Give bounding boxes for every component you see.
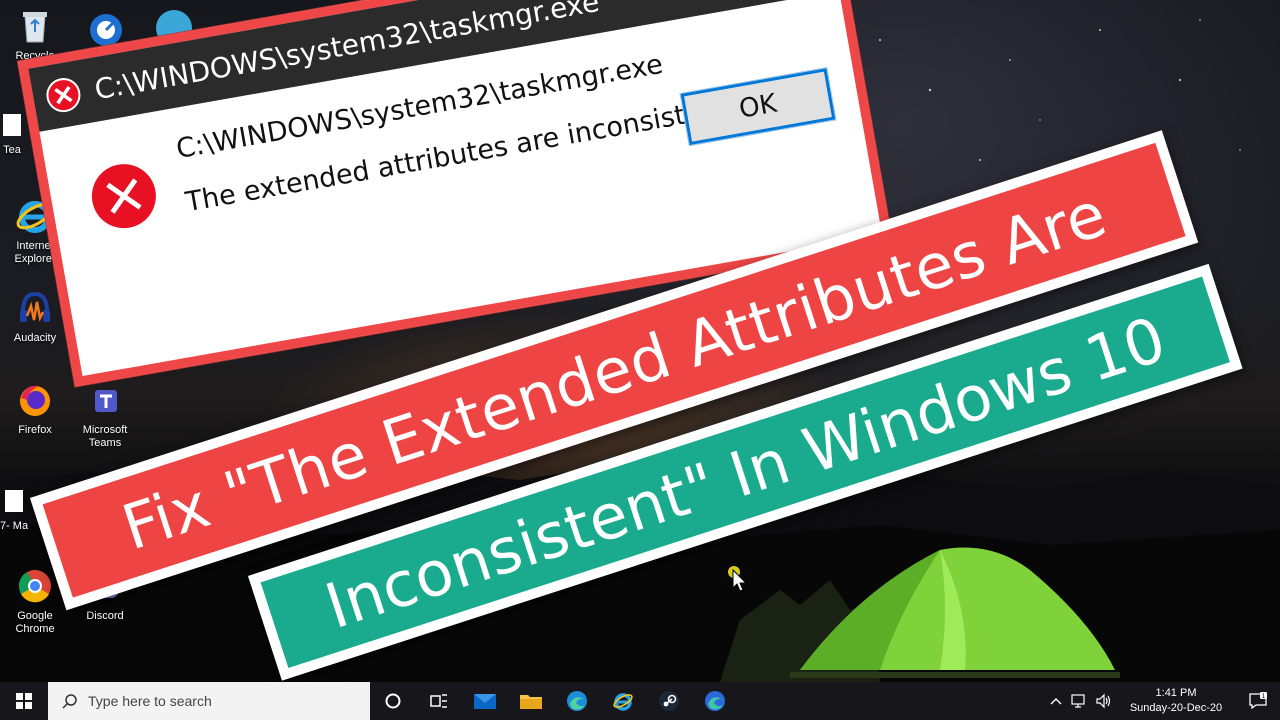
start-button[interactable] xyxy=(0,682,48,720)
cortana-icon xyxy=(385,693,401,709)
edge-dev-icon xyxy=(705,691,725,711)
error-icon xyxy=(46,78,81,113)
desktop-icon-label: Google Chrome xyxy=(15,610,55,635)
mail-icon xyxy=(474,694,496,709)
taskbar-search-box[interactable]: Type here to search xyxy=(48,682,370,720)
firefox-icon xyxy=(15,380,55,420)
network-icon xyxy=(1071,694,1085,708)
edge-button[interactable] xyxy=(554,682,600,720)
audacity-icon xyxy=(15,288,55,328)
notification-icon: 1 xyxy=(1249,692,1267,710)
cortana-button[interactable] xyxy=(370,682,416,720)
chevron-up-icon xyxy=(1050,698,1062,705)
desktop-icon-firefox[interactable]: Firefox xyxy=(2,380,68,437)
network-button[interactable] xyxy=(1070,682,1090,720)
file-explorer-button[interactable] xyxy=(508,682,554,720)
clock-time: 1:41 PM xyxy=(1155,687,1197,699)
volume-icon xyxy=(1096,693,1111,709)
action-center-button[interactable]: 1 xyxy=(1236,682,1280,720)
taskbar: Type here to search 1:41 PM Sunday-20-De… xyxy=(0,682,1280,720)
edge-icon xyxy=(567,691,587,711)
desktop-icon-microsoft-teams[interactable]: Microsoft Teams xyxy=(72,380,138,450)
file-explorer-icon xyxy=(520,695,542,709)
mail-button[interactable] xyxy=(462,682,508,720)
internet-explorer-button[interactable] xyxy=(600,682,646,720)
desktop-icon-audacity[interactable]: Audacity xyxy=(2,288,68,345)
windows-logo-icon xyxy=(16,693,32,709)
steam-button[interactable] xyxy=(646,682,692,720)
error-dialog-window: C:\WINDOWS\system32\taskmgr.exe C:\WINDO… xyxy=(12,0,893,387)
tent-image xyxy=(790,547,1120,678)
google-chrome-icon xyxy=(15,566,55,606)
desktop-icon-label: Tea xyxy=(3,144,21,156)
task-view-button[interactable] xyxy=(416,682,462,720)
steam-icon xyxy=(659,691,679,711)
clock-date: Sunday-20-Dec-20 xyxy=(1129,702,1223,714)
show-hidden-icons-button[interactable] xyxy=(1046,682,1066,720)
desktop-icon-seven-zip[interactable]: 7- Ma xyxy=(0,488,34,533)
desktop-icon-label: Firefox xyxy=(18,424,52,436)
mouse-cursor-icon xyxy=(728,566,748,592)
task-view-icon xyxy=(430,694,447,708)
desktop-icon-label: Microsoft Teams xyxy=(82,424,128,449)
system-tray: 1:41 PM Sunday-20-Dec-20 1 xyxy=(1044,682,1280,720)
taskbar-clock[interactable]: 1:41 PM Sunday-20-Dec-20 xyxy=(1120,686,1232,716)
search-icon xyxy=(62,694,77,709)
search-placeholder: Type here to search xyxy=(88,693,212,709)
edge-dev-button[interactable] xyxy=(692,682,738,720)
seven-zip-icon xyxy=(3,488,25,516)
teams-icon xyxy=(0,110,25,140)
desktop-icon-label: 7- Ma xyxy=(0,520,29,532)
desktop-icon-label: Audacity xyxy=(13,332,57,344)
microsoft-teams-icon xyxy=(85,380,125,420)
svg-text:1: 1 xyxy=(1262,693,1266,700)
desktop-icon-label: Discord xyxy=(86,610,124,622)
volume-button[interactable] xyxy=(1094,682,1114,720)
internet-explorer-icon xyxy=(613,693,633,711)
error-icon xyxy=(91,164,156,229)
